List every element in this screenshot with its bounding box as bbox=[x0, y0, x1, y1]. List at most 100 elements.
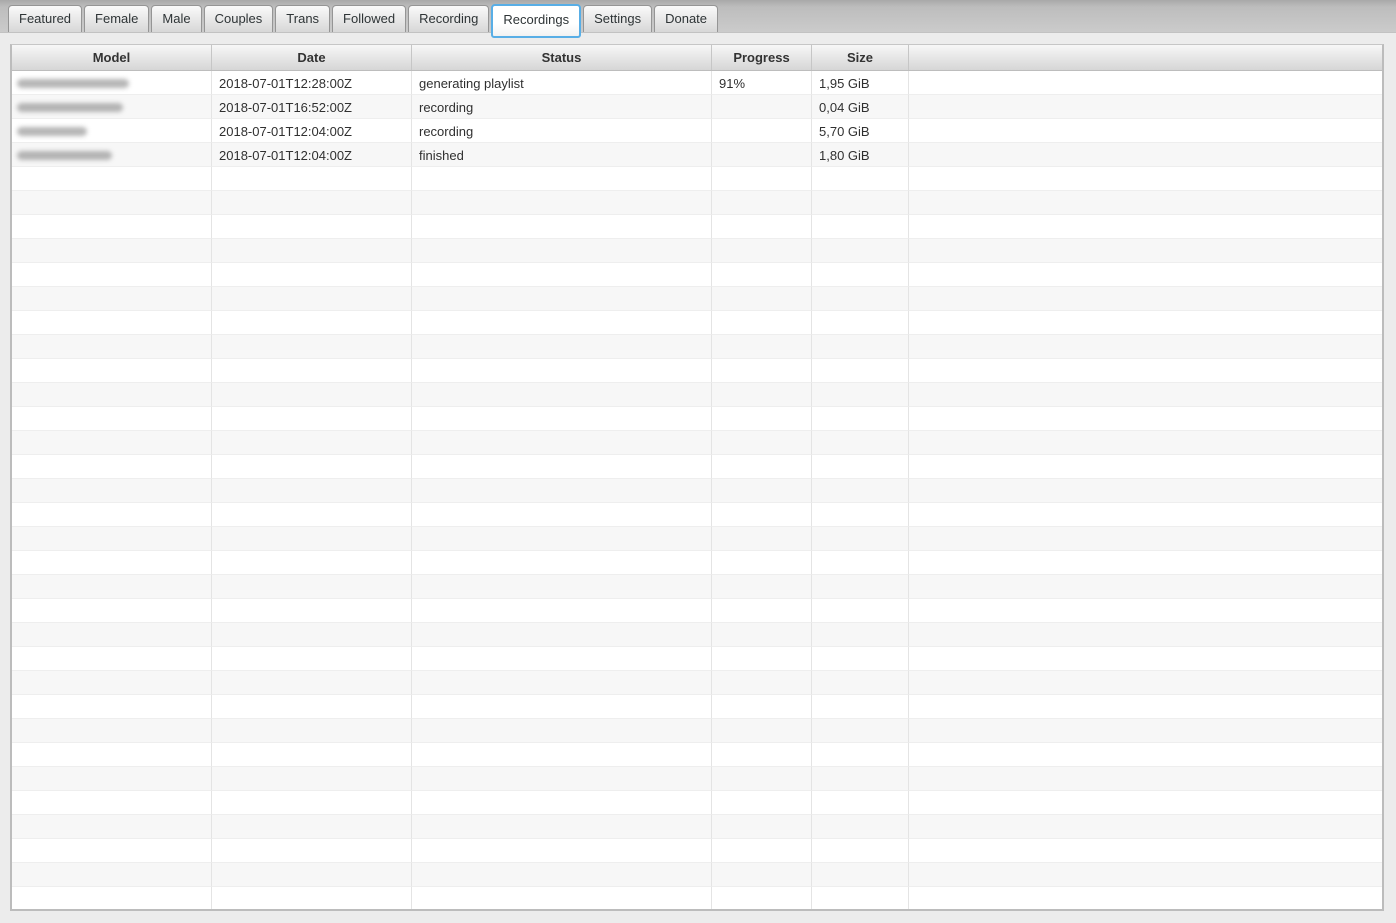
cell-status bbox=[412, 647, 712, 671]
cell-status bbox=[412, 767, 712, 791]
cell-status bbox=[412, 575, 712, 599]
cell-size bbox=[812, 647, 909, 671]
cell-filler bbox=[909, 143, 1382, 167]
cell-size bbox=[812, 887, 909, 909]
cell-model bbox=[12, 599, 212, 623]
table-row-empty bbox=[12, 863, 1382, 887]
cell-date bbox=[212, 719, 412, 743]
cell-model bbox=[12, 383, 212, 407]
cell-filler bbox=[909, 815, 1382, 839]
column-header-progress[interactable]: Progress bbox=[712, 45, 812, 70]
cell-status bbox=[412, 335, 712, 359]
cell-size: 5,70 GiB bbox=[812, 119, 909, 143]
cell-filler bbox=[909, 647, 1382, 671]
cell-date bbox=[212, 263, 412, 287]
cell-progress bbox=[712, 455, 812, 479]
tab-recording[interactable]: Recording bbox=[408, 5, 490, 32]
tab-trans[interactable]: Trans bbox=[275, 5, 331, 32]
tab-female[interactable]: Female bbox=[84, 5, 150, 32]
cell-date bbox=[212, 791, 412, 815]
redacted-model-name bbox=[17, 103, 123, 112]
cell-filler bbox=[909, 743, 1382, 767]
cell-size bbox=[812, 719, 909, 743]
table-row[interactable]: 2018-07-01T16:52:00Z recording 0,04 GiB bbox=[12, 95, 1382, 119]
tab-featured[interactable]: Featured bbox=[8, 5, 83, 32]
cell-date bbox=[212, 671, 412, 695]
cell-status bbox=[412, 215, 712, 239]
cell-date bbox=[212, 887, 412, 909]
cell-filler bbox=[909, 239, 1382, 263]
cell-progress bbox=[712, 671, 812, 695]
table-row-empty bbox=[12, 407, 1382, 431]
cell-date bbox=[212, 551, 412, 575]
table-row-empty bbox=[12, 527, 1382, 551]
cell-size bbox=[812, 551, 909, 575]
cell-filler bbox=[909, 287, 1382, 311]
cell-progress bbox=[712, 623, 812, 647]
cell-date bbox=[212, 503, 412, 527]
table-row[interactable]: 2018-07-01T12:04:00Z recording 5,70 GiB bbox=[12, 119, 1382, 143]
cell-model bbox=[12, 527, 212, 551]
cell-model bbox=[12, 671, 212, 695]
cell-filler bbox=[909, 335, 1382, 359]
cell-filler bbox=[909, 119, 1382, 143]
cell-status bbox=[412, 167, 712, 191]
tab-couples[interactable]: Couples bbox=[203, 5, 274, 32]
cell-date bbox=[212, 743, 412, 767]
tab-settings[interactable]: Settings bbox=[583, 5, 653, 32]
column-header-size[interactable]: Size bbox=[812, 45, 909, 70]
table-row[interactable]: 2018-07-01T12:28:00Z generating playlist 9… bbox=[12, 71, 1382, 95]
table-row-empty bbox=[12, 215, 1382, 239]
cell-progress bbox=[712, 599, 812, 623]
table-row-empty bbox=[12, 887, 1382, 909]
cell-date bbox=[212, 599, 412, 623]
cell-model bbox=[12, 143, 212, 167]
tab-followed[interactable]: Followed bbox=[332, 5, 407, 32]
cell-model bbox=[12, 479, 212, 503]
table-row-empty bbox=[12, 623, 1382, 647]
cell-size bbox=[812, 839, 909, 863]
cell-size: 1,80 GiB bbox=[812, 143, 909, 167]
column-header-status[interactable]: Status bbox=[412, 45, 712, 70]
table-row-empty bbox=[12, 791, 1382, 815]
column-header-model[interactable]: Model bbox=[12, 45, 212, 70]
cell-size bbox=[812, 263, 909, 287]
cell-date bbox=[212, 863, 412, 887]
cell-progress bbox=[712, 143, 812, 167]
cell-status bbox=[412, 695, 712, 719]
cell-progress bbox=[712, 575, 812, 599]
cell-filler bbox=[909, 719, 1382, 743]
cell-model bbox=[12, 335, 212, 359]
tab-recordings[interactable]: Recordings bbox=[491, 4, 582, 38]
cell-date bbox=[212, 359, 412, 383]
table-row-empty bbox=[12, 311, 1382, 335]
tab-male[interactable]: Male bbox=[151, 5, 202, 32]
cell-model bbox=[12, 119, 212, 143]
cell-filler bbox=[909, 431, 1382, 455]
cell-model bbox=[12, 887, 212, 909]
table-row-empty bbox=[12, 239, 1382, 263]
cell-filler bbox=[909, 167, 1382, 191]
cell-size bbox=[812, 527, 909, 551]
cell-model bbox=[12, 719, 212, 743]
app-window: Featured Female Male Couples Trans Followed Re… bbox=[0, 0, 1396, 923]
cell-progress bbox=[712, 815, 812, 839]
cell-status bbox=[412, 743, 712, 767]
cell-filler bbox=[909, 479, 1382, 503]
cell-size bbox=[812, 791, 909, 815]
cell-filler bbox=[909, 455, 1382, 479]
table-row-empty bbox=[12, 167, 1382, 191]
cell-progress bbox=[712, 503, 812, 527]
cell-progress bbox=[712, 263, 812, 287]
cell-date: 2018-07-01T16:52:00Z bbox=[212, 95, 412, 119]
table-row-empty bbox=[12, 479, 1382, 503]
table-row-empty bbox=[12, 191, 1382, 215]
table-row-empty bbox=[12, 383, 1382, 407]
tab-donate[interactable]: Donate bbox=[654, 5, 719, 32]
cell-status: recording bbox=[412, 119, 712, 143]
table-row[interactable]: 2018-07-01T12:04:00Z finished 1,80 GiB bbox=[12, 143, 1382, 167]
column-header-date[interactable]: Date bbox=[212, 45, 412, 70]
cell-progress bbox=[712, 887, 812, 909]
cell-size bbox=[812, 455, 909, 479]
cell-size bbox=[812, 863, 909, 887]
